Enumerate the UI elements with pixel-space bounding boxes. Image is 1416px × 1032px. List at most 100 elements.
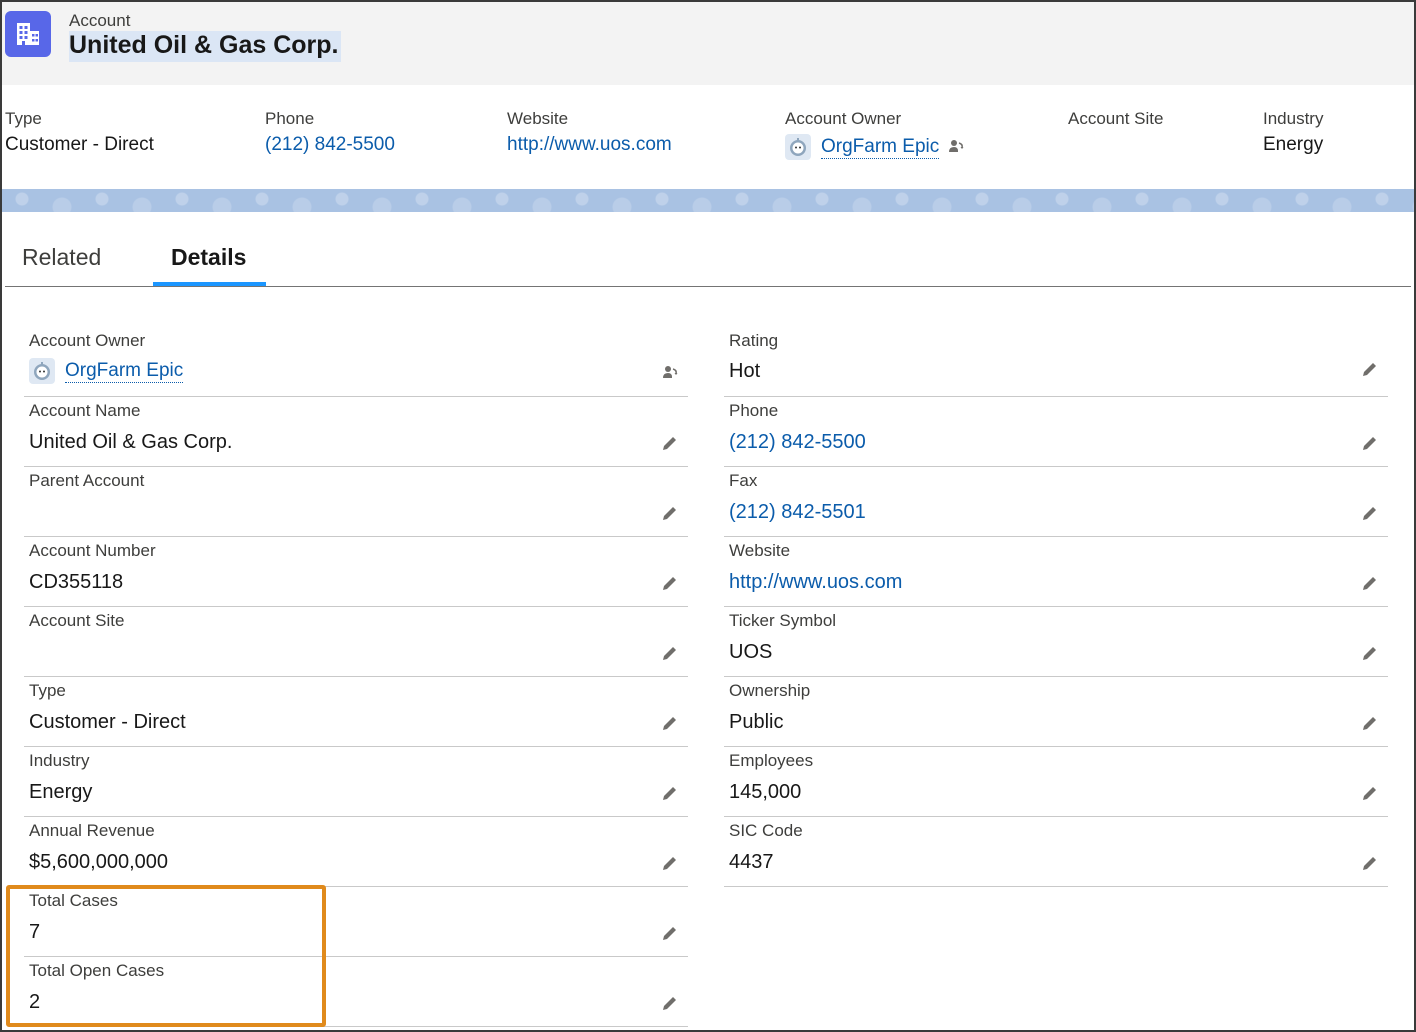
record-title: United Oil & Gas Corp. [69, 31, 342, 62]
pencil-edit-icon[interactable] [1360, 359, 1380, 379]
fax-link[interactable]: (212) 842-5501 [729, 501, 866, 524]
pencil-edit-icon[interactable] [660, 643, 680, 663]
decorative-band [2, 189, 1414, 212]
record-header: Account United Oil & Gas Corp. [2, 2, 1414, 85]
field-account-number: Account Number CD355118 [24, 537, 688, 607]
change-owner-icon[interactable] [660, 363, 680, 383]
highlight-website: Website http://www.uos.com [507, 109, 672, 156]
field-label: Annual Revenue [29, 821, 155, 840]
pencil-edit-icon[interactable] [660, 433, 680, 453]
avatar [785, 134, 811, 160]
tab-details[interactable]: Details [171, 244, 246, 271]
account-building-icon [5, 11, 51, 57]
field-value: 4437 [729, 851, 774, 873]
field-label: SIC Code [729, 821, 803, 840]
field-label: Account Site [29, 611, 125, 630]
field-value: Customer - Direct [29, 711, 186, 733]
field-value: $5,600,000,000 [29, 851, 169, 873]
field-label: Parent Account [29, 471, 145, 490]
active-tab-indicator [153, 282, 266, 286]
field-label: Industry [29, 751, 90, 770]
field-website: Website http://www.uos.com [724, 537, 1388, 607]
field-label: Total Open Cases [29, 961, 165, 980]
field-rating: Rating Hot [724, 327, 1388, 397]
highlight-phone-link[interactable]: (212) 842-5500 [265, 134, 395, 156]
highlight-type: Type Customer - Direct [5, 109, 154, 156]
field-ownership: Ownership Public [724, 677, 1388, 747]
field-employees: Employees 145,000 [724, 747, 1388, 817]
field-account-site: Account Site [24, 607, 688, 677]
field-value: United Oil & Gas Corp. [29, 431, 233, 453]
highlight-industry: Industry Energy [1263, 109, 1323, 156]
field-parent-account: Parent Account [24, 467, 688, 537]
highlight-owner: Account Owner OrgFarm Epic [785, 109, 965, 160]
field-label: Account Number [29, 541, 156, 560]
highlight-type-value: Customer - Direct [5, 134, 154, 155]
pencil-edit-icon[interactable] [660, 853, 680, 873]
field-total-open-cases: Total Open Cases 2 [24, 957, 688, 1027]
highlight-industry-label: Industry [1263, 109, 1324, 128]
field-account-owner: Account Owner OrgFarm Epic [24, 327, 688, 397]
field-value: Hot [729, 360, 761, 382]
field-value: Energy [29, 781, 93, 803]
change-owner-icon[interactable] [947, 138, 965, 156]
field-label: Account Name [29, 401, 141, 420]
pencil-edit-icon[interactable] [660, 573, 680, 593]
pencil-edit-icon[interactable] [660, 783, 680, 803]
field-label: Total Cases [29, 891, 118, 910]
field-value: 7 [29, 921, 41, 943]
field-label: Employees [729, 751, 814, 770]
pencil-edit-icon[interactable] [660, 993, 680, 1013]
field-value: Public [729, 711, 784, 733]
field-type: Type Customer - Direct [24, 677, 688, 747]
highlight-owner-link[interactable]: OrgFarm Epic [821, 136, 940, 159]
pencil-edit-icon[interactable] [660, 923, 680, 943]
pencil-edit-icon[interactable] [1360, 573, 1380, 593]
highlight-owner-label: Account Owner [785, 109, 902, 128]
field-label: Fax [729, 471, 758, 490]
pencil-edit-icon[interactable] [1360, 433, 1380, 453]
highlight-site-label: Account Site [1068, 109, 1164, 128]
field-label: Website [729, 541, 791, 560]
field-industry: Industry Energy [24, 747, 688, 817]
field-label: Ticker Symbol [729, 611, 837, 630]
object-type-label: Account [69, 11, 131, 30]
highlight-type-label: Type [5, 109, 42, 128]
pencil-edit-icon[interactable] [1360, 783, 1380, 803]
pencil-edit-icon[interactable] [1360, 643, 1380, 663]
account-owner-link[interactable]: OrgFarm Epic [65, 360, 184, 383]
pencil-edit-icon[interactable] [1360, 853, 1380, 873]
field-value: UOS [729, 641, 773, 663]
field-value: 2 [29, 991, 41, 1013]
field-label: Rating [729, 331, 779, 350]
highlight-owner-line: OrgFarm Epic [785, 134, 965, 160]
website-link[interactable]: http://www.uos.com [729, 571, 902, 594]
tab-bar: Related Details [5, 212, 1411, 287]
field-total-cases: Total Cases 7 [24, 887, 688, 957]
tab-related[interactable]: Related [22, 244, 101, 271]
highlight-website-link[interactable]: http://www.uos.com [507, 134, 672, 156]
phone-link[interactable]: (212) 842-5500 [729, 431, 866, 454]
pencil-edit-icon[interactable] [1360, 503, 1380, 523]
field-account-name: Account Name United Oil & Gas Corp. [24, 397, 688, 467]
field-label: Type [29, 681, 66, 700]
field-sic-code: SIC Code 4437 [724, 817, 1388, 887]
field-label: Account Owner [29, 331, 146, 350]
pencil-edit-icon[interactable] [660, 503, 680, 523]
field-value: 145,000 [729, 781, 802, 803]
field-owner-line: OrgFarm Epic [29, 358, 184, 384]
app-frame: Account United Oil & Gas Corp. Type Cust… [0, 0, 1416, 1032]
field-label: Phone [729, 401, 779, 420]
field-ticker-symbol: Ticker Symbol UOS [724, 607, 1388, 677]
field-phone: Phone (212) 842-5500 [724, 397, 1388, 467]
highlight-website-label: Website [507, 109, 569, 128]
highlight-phone-label: Phone [265, 109, 315, 128]
pencil-edit-icon[interactable] [1360, 713, 1380, 733]
field-value: CD355118 [29, 571, 124, 593]
field-label: Ownership [729, 681, 811, 700]
pencil-edit-icon[interactable] [660, 713, 680, 733]
highlight-industry-value: Energy [1263, 134, 1324, 155]
highlight-site: Account Site [1068, 109, 1163, 134]
field-annual-revenue: Annual Revenue $5,600,000,000 [24, 817, 688, 887]
highlights-panel: Type Customer - Direct Phone (212) 842-5… [2, 85, 1414, 189]
